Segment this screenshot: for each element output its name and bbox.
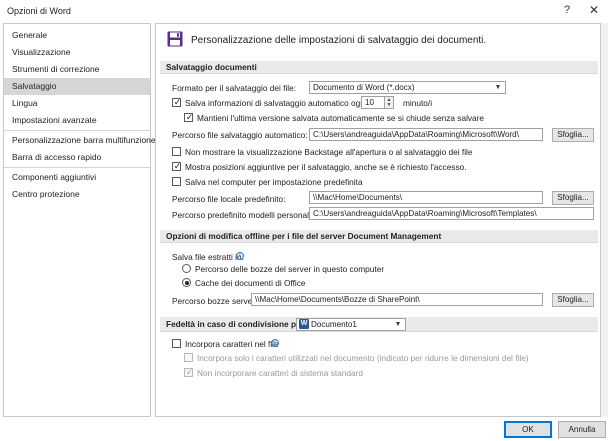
sidebar-divider (4, 130, 150, 131)
sidebar-item-barra-multifunzione[interactable]: Personalizzazione barra multifunzione (4, 132, 156, 149)
sidebar-item-strumenti-correzione[interactable]: Strumenti di correzione (4, 61, 150, 78)
no-backstage-checkbox[interactable] (172, 147, 181, 156)
scrollbar[interactable] (601, 23, 608, 417)
format-value: Documento di Word (*.docx) (313, 83, 415, 92)
browse-autorecover-button[interactable]: Sfoglia... (552, 128, 594, 142)
keep-last-version-label: Mantieni l'ultima versione salvata autom… (197, 113, 485, 123)
no-system-fonts-label: Non incorporare caratteri di sistema sta… (197, 368, 364, 378)
save-to-computer-checkbox[interactable] (172, 177, 181, 186)
info-icon: i (271, 339, 279, 347)
browse-default-local-button[interactable]: Sfoglia... (552, 191, 594, 205)
radio-office-cache-label: Cache dei documenti di Office (195, 278, 306, 288)
sidebar-item-salvataggio[interactable]: Salvataggio (4, 78, 150, 95)
fidelity-document-dropdown[interactable]: W Documento1 ▼ (296, 318, 406, 331)
help-icon[interactable]: ? (560, 4, 574, 16)
radio-server-drafts-label: Percorso delle bozze del server in quest… (195, 264, 385, 274)
embed-only-used-checkbox (184, 353, 193, 362)
save-to-computer-label: Salva nel computer per impostazione pred… (185, 177, 363, 187)
keep-last-version-checkbox[interactable]: ✓ (184, 112, 193, 122)
save-checked-out-label: Salva file estratti in: (172, 252, 244, 262)
cancel-button[interactable]: Annulla (558, 421, 606, 438)
floppy-disk-icon (167, 31, 183, 47)
show-locations-checkbox[interactable]: ✓ (172, 161, 181, 171)
sidebar-item-lingua[interactable]: Lingua (4, 95, 150, 112)
page-title: Personalizzazione delle impostazioni di … (191, 35, 487, 46)
embed-only-used-label: Incorpora solo i caratteri utilizzati ne… (197, 353, 529, 363)
close-icon[interactable]: ✕ (587, 3, 601, 17)
chevron-down-icon: ▼ (394, 321, 402, 328)
options-sidebar: Generale Visualizzazione Strumenti di co… (3, 23, 156, 417)
templates-path-input[interactable]: C:\Users\andreaguida\AppData\Roaming\Mic… (309, 207, 594, 220)
radio-office-cache[interactable] (182, 278, 191, 287)
radio-server-drafts[interactable] (182, 264, 191, 273)
fidelity-document-value: Documento1 (311, 320, 357, 329)
templates-label: Percorso predefinito modelli personali: (172, 210, 314, 220)
sidebar-item-generale[interactable]: Generale (4, 27, 150, 44)
autorecover-path-input[interactable]: C:\Users\andreaguida\AppData\Roaming\Mic… (309, 128, 543, 141)
format-label: Formato per il salvataggio dei file: (172, 83, 297, 93)
chevron-down-icon: ▼ (494, 84, 502, 91)
ok-button[interactable]: OK (504, 421, 552, 438)
default-local-input[interactable]: \\Mac\Home\Documents\ (309, 191, 543, 204)
sidebar-divider (4, 167, 150, 168)
minutes-spinner[interactable]: ▲ ▼ (385, 96, 394, 109)
section-header-offline: Opzioni di modifica offline per i file d… (160, 230, 598, 243)
no-backstage-label: Non mostrare la visualizzazione Backstag… (185, 147, 473, 157)
word-document-icon: W (299, 319, 309, 329)
sidebar-item-componenti-aggiuntivi[interactable]: Componenti aggiuntivi (4, 169, 150, 186)
default-local-label: Percorso file locale predefinito: (172, 194, 286, 204)
spin-down-icon: ▼ (386, 102, 392, 108)
section-header-salvataggio: Salvataggio documenti (160, 61, 598, 74)
show-locations-label: Mostra posizioni aggiuntive per il salva… (185, 162, 467, 172)
browse-drafts-button[interactable]: Sfoglia... (552, 293, 594, 307)
autorecover-minutes-input[interactable]: 10 (361, 96, 385, 109)
no-system-fonts-checkbox: ✓ (184, 367, 194, 377)
format-dropdown[interactable]: Documento di Word (*.docx) ▼ (309, 81, 506, 94)
fidelity-title: Fedeltà in caso di condivisione per: (166, 319, 307, 329)
sidebar-item-barra-accesso-rapido[interactable]: Barra di accesso rapido (4, 149, 150, 166)
autorecover-checkbox[interactable]: ✓ (172, 97, 181, 107)
drafts-path-input[interactable]: \\Mac\Home\Documents\Bozze di SharePoint… (251, 293, 543, 306)
sidebar-item-visualizzazione[interactable]: Visualizzazione (4, 44, 150, 61)
sidebar-item-centro-protezione[interactable]: Centro protezione (4, 186, 150, 203)
drafts-path-label: Percorso bozze server: (172, 296, 258, 306)
autorecover-label: Salva informazioni di salvataggio automa… (185, 98, 367, 108)
title-bar: Opzioni di Word ? ✕ (0, 0, 610, 22)
minutes-label: minuto/i (403, 98, 433, 108)
info-icon: i (236, 252, 244, 260)
embed-fonts-label: Incorpora caratteri nel file (185, 339, 279, 349)
embed-fonts-checkbox[interactable] (172, 339, 181, 348)
sidebar-item-impostazioni-avanzate[interactable]: Impostazioni avanzate (4, 112, 150, 129)
window-title: Opzioni di Word (7, 6, 71, 16)
autorecover-path-label: Percorso file salvataggio automatico: (172, 130, 308, 140)
